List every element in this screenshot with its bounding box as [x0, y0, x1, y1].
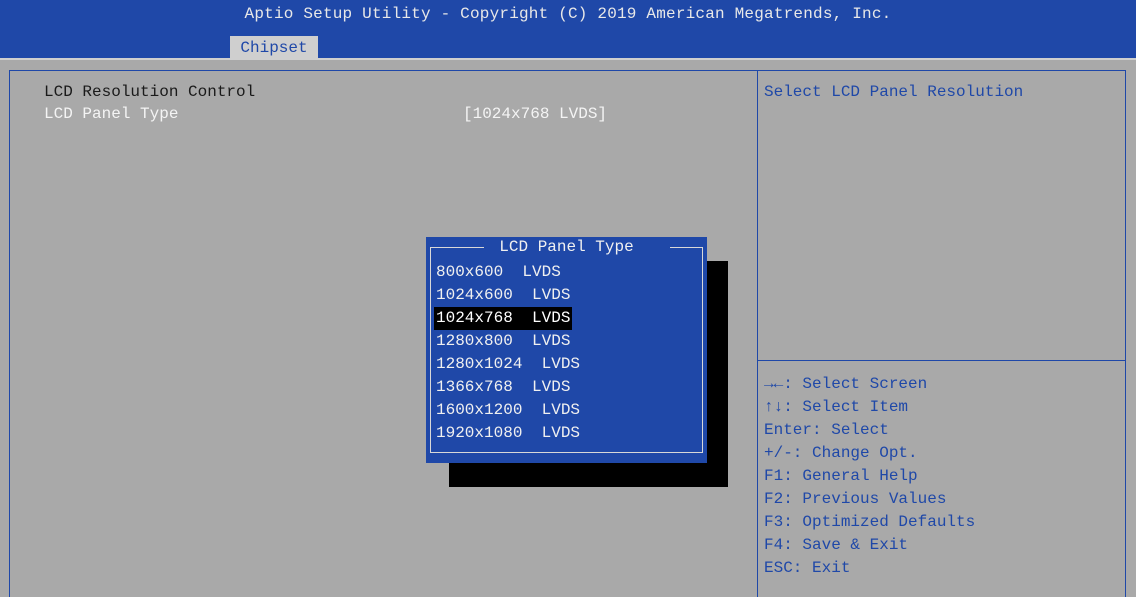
key-general-help: F1: General Help [764, 467, 918, 485]
popup-option-list: 800x600 LVDS 1024x600 LVDS 1024x768 LVDS… [434, 261, 582, 445]
key-change-opt: +/-: Change Opt. [764, 444, 918, 462]
tab-chipset[interactable]: Chipset [230, 36, 318, 60]
option-1280x800[interactable]: 1280x800 LVDS [434, 330, 572, 353]
key-enter: Enter: Select [764, 421, 889, 439]
key-legend: →←: Select Screen ↑↓: Select Item Enter:… [764, 373, 975, 580]
lcd-panel-type-popup: LCD Panel Type 800x600 LVDS 1024x600 LVD… [426, 237, 707, 463]
header-bar: Aptio Setup Utility - Copyright (C) 2019… [0, 0, 1136, 60]
lcd-panel-type-label[interactable]: LCD Panel Type [44, 105, 178, 123]
key-previous-values: F2: Previous Values [764, 490, 947, 508]
option-1600x1200[interactable]: 1600x1200 LVDS [434, 399, 582, 422]
popup-title: LCD Panel Type [499, 238, 634, 256]
option-1366x768[interactable]: 1366x768 LVDS [434, 376, 572, 399]
key-select-item: ↑↓: Select Item [764, 398, 909, 416]
option-1024x600[interactable]: 1024x600 LVDS [434, 284, 572, 307]
help-divider [757, 360, 1126, 361]
option-800x600[interactable]: 800x600 LVDS [434, 261, 563, 284]
section-title: LCD Resolution Control [44, 83, 256, 101]
option-1920x1080[interactable]: 1920x1080 LVDS [434, 422, 582, 445]
app-title: Aptio Setup Utility - Copyright (C) 2019… [244, 5, 892, 23]
key-optimized-defaults: F3: Optimized Defaults [764, 513, 976, 531]
help-description: Select LCD Panel Resolution [764, 83, 1024, 101]
key-select-screen: →←: Select Screen [764, 375, 928, 393]
option-1280x1024[interactable]: 1280x1024 LVDS [434, 353, 582, 376]
key-esc-exit: ESC: Exit [764, 559, 851, 577]
lcd-panel-type-value[interactable]: [1024x768 LVDS] [463, 105, 607, 123]
vertical-divider [757, 70, 758, 597]
option-1024x768[interactable]: 1024x768 LVDS [434, 307, 573, 330]
key-save-exit: F4: Save & Exit [764, 536, 909, 554]
